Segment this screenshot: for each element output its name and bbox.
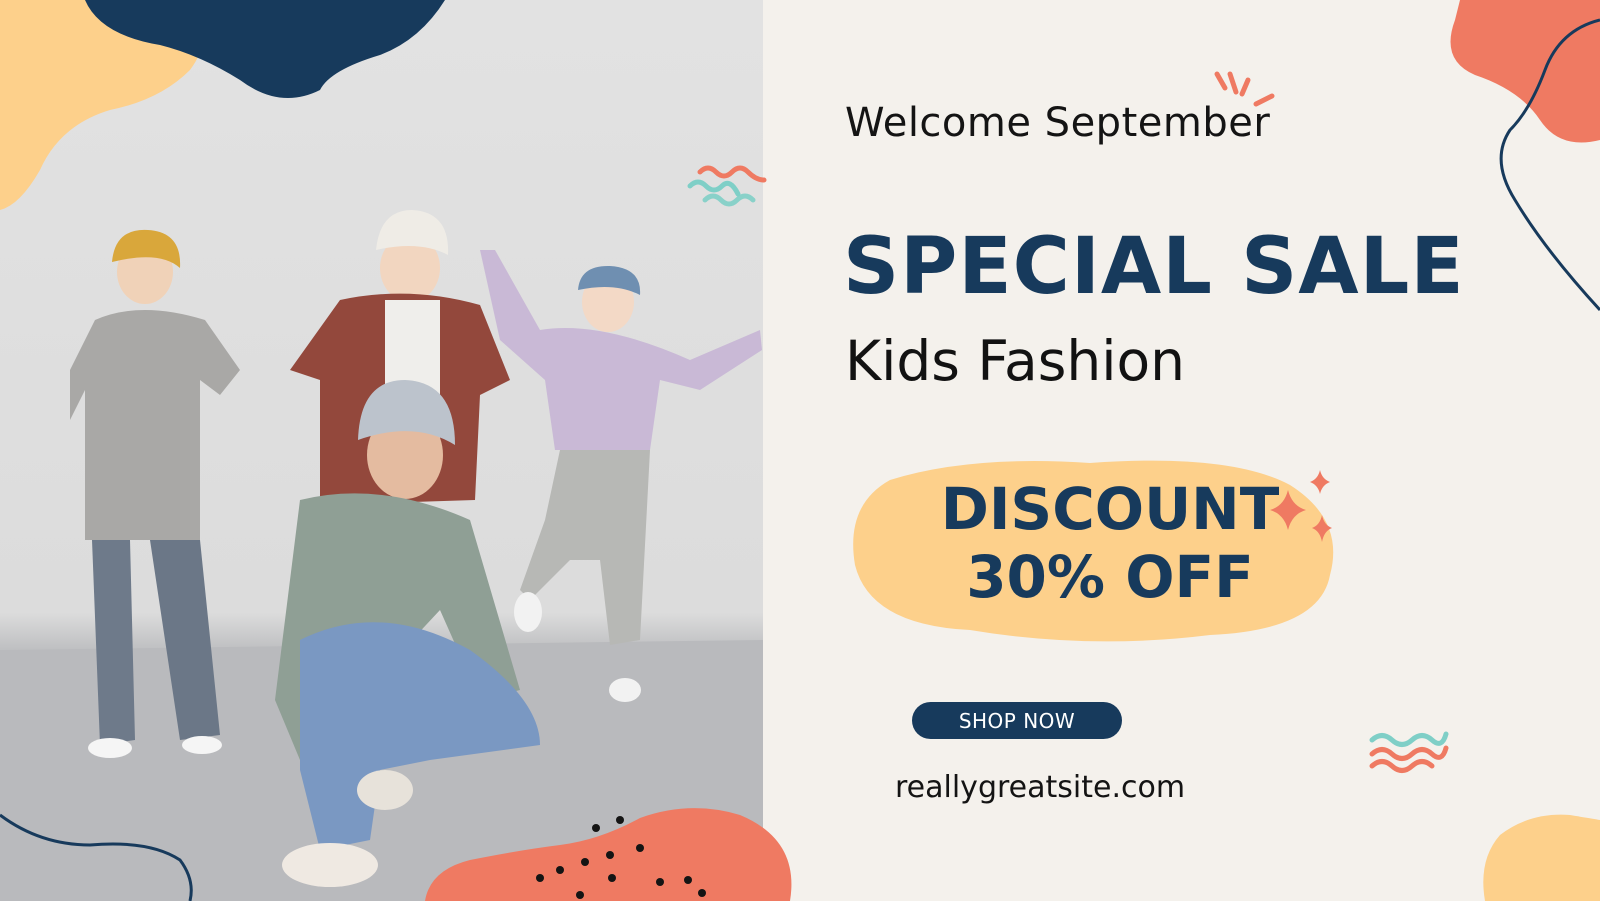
kids-fashion-subtitle: Kids Fashion	[845, 329, 1185, 393]
sparkle-star-icon	[1270, 470, 1332, 542]
navy-line-bottom-left	[0, 813, 193, 901]
website-link[interactable]: reallygreatsite.com	[895, 770, 1185, 805]
squiggle-top-center	[687, 165, 767, 207]
peach-blob-bottom-right	[1483, 814, 1600, 901]
banner-canvas: Welcome September SPECIAL SALE Kids Fash…	[0, 0, 1600, 901]
welcome-heading: Welcome September	[845, 100, 1271, 146]
coral-blob-top-right	[1450, 0, 1600, 143]
squiggle-bottom-right	[1369, 731, 1449, 773]
special-sale-title: SPECIAL SALE	[843, 222, 1465, 312]
decorative-shapes	[0, 0, 1600, 901]
shop-now-button[interactable]: SHOP NOW	[912, 702, 1122, 739]
